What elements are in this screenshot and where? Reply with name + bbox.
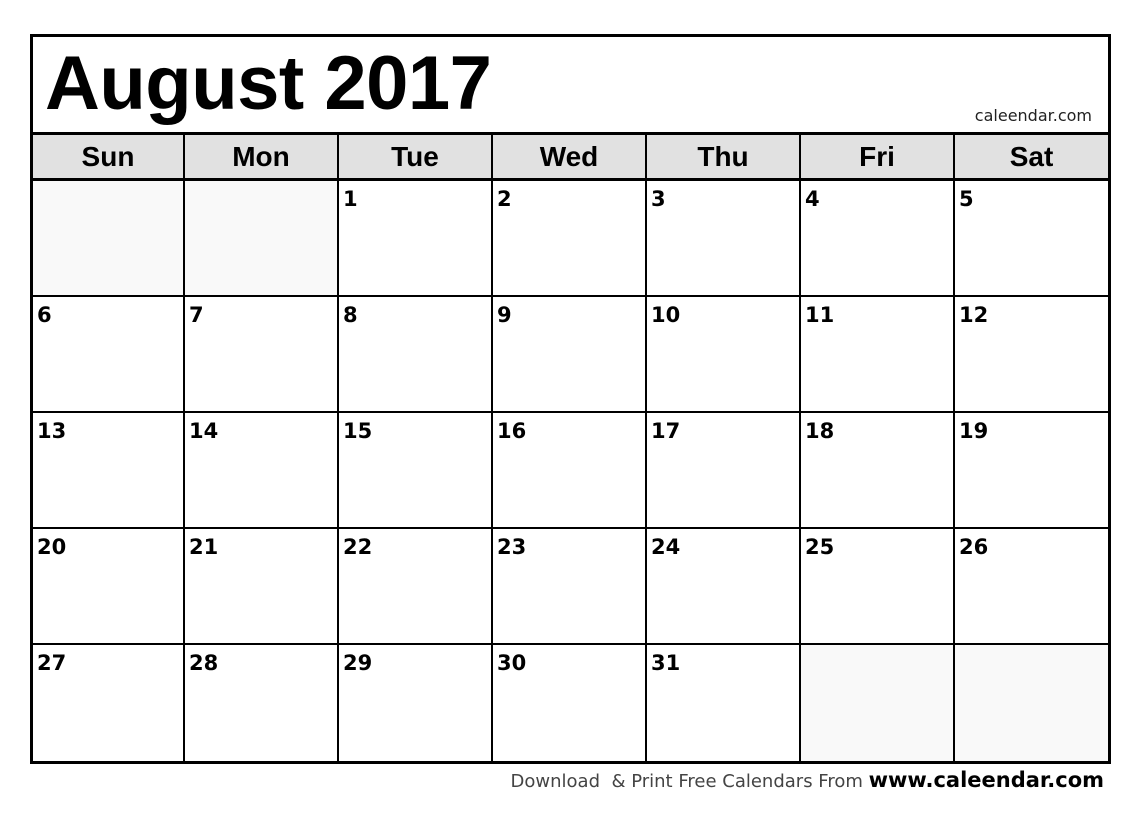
day-number: 3 — [651, 187, 666, 211]
day-number: 1 — [343, 187, 358, 211]
weekday-header-wed: Wed — [493, 135, 647, 181]
day-cell: 14 — [185, 413, 339, 529]
day-number: 27 — [37, 651, 67, 675]
title-bar: August 2017 caleendar.com — [33, 37, 1108, 135]
day-cell: 18 — [801, 413, 955, 529]
weekday-header-thu: Thu — [647, 135, 801, 181]
day-number: 21 — [189, 535, 219, 559]
empty-day-cell — [955, 645, 1108, 761]
day-cell: 31 — [647, 645, 801, 761]
day-cell: 1 — [339, 181, 493, 297]
day-number: 5 — [959, 187, 974, 211]
day-number: 15 — [343, 419, 373, 443]
footer-link[interactable]: www.caleendar.com — [869, 768, 1104, 792]
weekday-header-sat: Sat — [955, 135, 1108, 181]
day-cell: 29 — [339, 645, 493, 761]
day-cell: 19 — [955, 413, 1108, 529]
day-number: 20 — [37, 535, 67, 559]
day-cell: 10 — [647, 297, 801, 413]
day-cell: 7 — [185, 297, 339, 413]
footer-text: Download & Print Free Calendars From — [510, 771, 869, 792]
day-cell: 26 — [955, 529, 1108, 645]
empty-day-cell — [801, 645, 955, 761]
day-number: 26 — [959, 535, 989, 559]
day-number: 19 — [959, 419, 989, 443]
day-cell: 17 — [647, 413, 801, 529]
day-cell: 24 — [647, 529, 801, 645]
day-number: 10 — [651, 303, 681, 327]
day-cell: 8 — [339, 297, 493, 413]
day-number: 22 — [343, 535, 373, 559]
day-number: 29 — [343, 651, 373, 675]
day-cell: 9 — [493, 297, 647, 413]
weekday-header-fri: Fri — [801, 135, 955, 181]
day-cell: 6 — [33, 297, 185, 413]
day-cell: 25 — [801, 529, 955, 645]
day-number: 28 — [189, 651, 219, 675]
day-number: 6 — [37, 303, 52, 327]
weekday-header-sun: Sun — [33, 135, 185, 181]
day-cell: 13 — [33, 413, 185, 529]
empty-day-cell — [185, 181, 339, 297]
day-number: 24 — [651, 535, 681, 559]
day-number: 12 — [959, 303, 989, 327]
day-number: 11 — [805, 303, 835, 327]
day-cell: 21 — [185, 529, 339, 645]
day-number: 4 — [805, 187, 820, 211]
day-number: 2 — [497, 187, 512, 211]
day-number: 31 — [651, 651, 681, 675]
day-number: 25 — [805, 535, 835, 559]
day-cell: 23 — [493, 529, 647, 645]
day-cell: 5 — [955, 181, 1108, 297]
day-number: 18 — [805, 419, 835, 443]
day-cell: 4 — [801, 181, 955, 297]
day-cell: 16 — [493, 413, 647, 529]
day-cell: 2 — [493, 181, 647, 297]
day-cell: 15 — [339, 413, 493, 529]
day-number: 30 — [497, 651, 527, 675]
month-title: August 2017 — [45, 41, 492, 126]
day-cell: 3 — [647, 181, 801, 297]
weekday-header-tue: Tue — [339, 135, 493, 181]
empty-day-cell — [33, 181, 185, 297]
day-number: 7 — [189, 303, 204, 327]
day-number: 14 — [189, 419, 219, 443]
day-cell: 27 — [33, 645, 185, 761]
day-number: 16 — [497, 419, 527, 443]
calendar: August 2017 caleendar.com Sun Mon Tue Wed Th… — [30, 34, 1111, 764]
day-number: 8 — [343, 303, 358, 327]
day-cell: 30 — [493, 645, 647, 761]
day-number: 13 — [37, 419, 67, 443]
day-cell: 28 — [185, 645, 339, 761]
day-cell: 12 — [955, 297, 1108, 413]
day-cell: 20 — [33, 529, 185, 645]
calendar-grid: Sun Mon Tue Wed Thu Fri Sat 1 2 3 4 5 6 7 8 9 10 11 12 13 14… — [33, 135, 1108, 761]
footer: Download & Print Free Calendars From www… — [511, 768, 1104, 792]
day-number: 17 — [651, 419, 681, 443]
brand-label: caleendar.com — [974, 106, 1092, 125]
day-number: 23 — [497, 535, 527, 559]
weekday-header-mon: Mon — [185, 135, 339, 181]
day-cell: 22 — [339, 529, 493, 645]
day-cell: 11 — [801, 297, 955, 413]
day-number: 9 — [497, 303, 512, 327]
